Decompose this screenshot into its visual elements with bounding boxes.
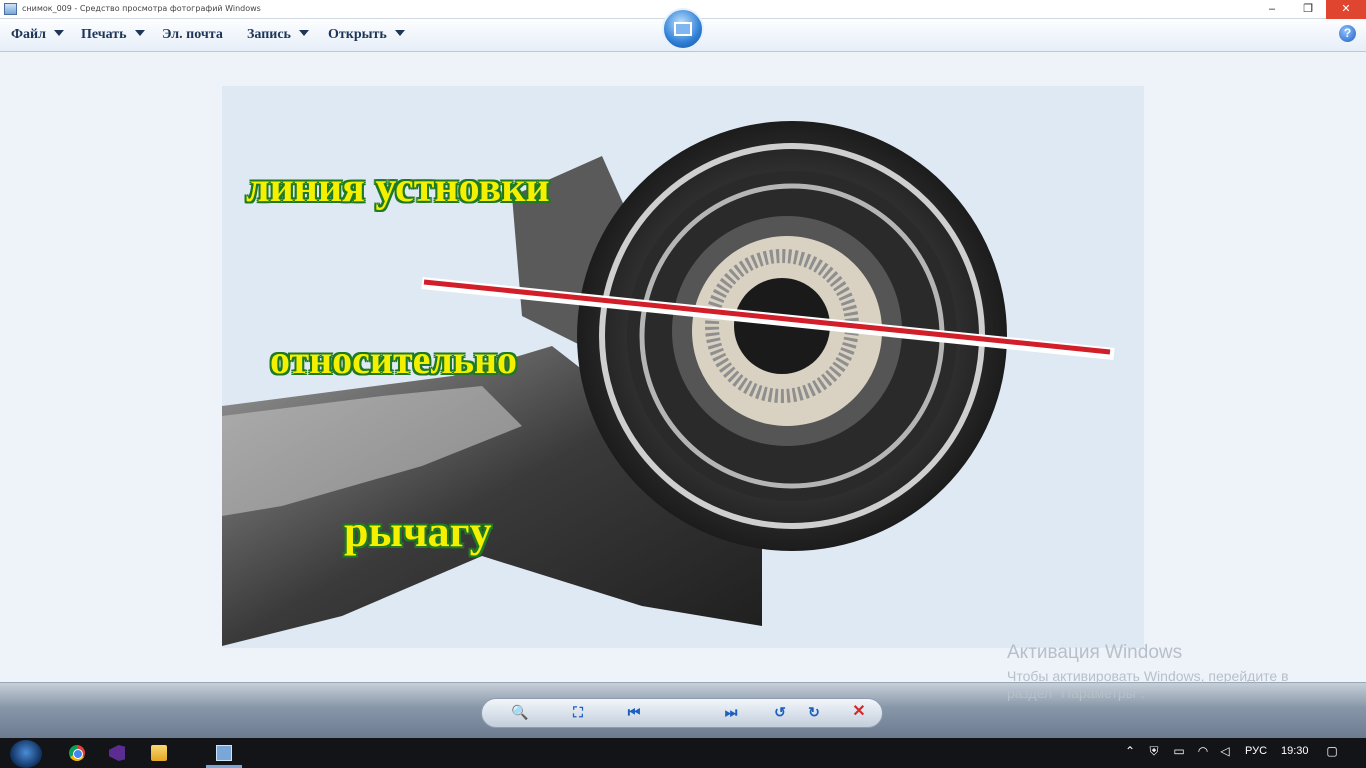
activation-watermark: Активация Windows Чтобы активировать Win… — [1007, 642, 1327, 702]
photo-viewer-taskbar-icon[interactable] — [216, 745, 232, 761]
photo-view: линия устновки относительно рычагу — [222, 86, 1144, 648]
volume-icon[interactable]: ◁ — [1218, 744, 1232, 758]
photo-viewer-icon — [4, 3, 17, 15]
restore-button[interactable]: ❐ — [1290, 0, 1326, 19]
chevron-down-icon — [394, 30, 405, 36]
zoom-icon[interactable]: 🔍 — [510, 703, 530, 721]
chevron-down-icon — [134, 30, 145, 36]
caption-lever: рычагу — [344, 507, 492, 556]
minimize-button[interactable]: – — [1254, 0, 1290, 19]
chevron-down-icon — [298, 30, 309, 36]
menu-file[interactable]: Файл — [11, 27, 64, 43]
clock[interactable]: 19:30 — [1281, 745, 1309, 757]
menu-file-label: Файл — [11, 27, 46, 42]
menu-burn[interactable]: Запись — [247, 27, 309, 43]
menu-open[interactable]: Открыть — [328, 27, 405, 43]
menu-email[interactable]: Эл. почта — [162, 27, 223, 43]
delete-icon[interactable]: ✕ — [849, 703, 869, 721]
chevron-down-icon — [53, 30, 64, 36]
language-indicator[interactable]: РУС — [1245, 745, 1267, 757]
wifi-icon[interactable]: ◠ — [1196, 744, 1210, 758]
slideshow-button[interactable] — [662, 8, 704, 50]
window-title: снимок_009 - Средство просмотра фотограф… — [22, 4, 261, 13]
rotate-left-icon[interactable]: ↺ — [770, 703, 790, 721]
previous-icon[interactable]: ⏮ — [624, 703, 644, 721]
battery-icon[interactable]: ▭ — [1172, 744, 1186, 758]
activation-text: Чтобы активировать Windows, перейдите в … — [1007, 668, 1289, 701]
help-icon[interactable]: ? — [1339, 25, 1356, 42]
start-button[interactable] — [10, 740, 42, 768]
fit-window-icon[interactable]: ⛶ — [568, 703, 588, 721]
slideshow-icon — [674, 22, 692, 36]
caption-line: линия устновки — [246, 165, 550, 211]
menu-print-label: Печать — [81, 27, 127, 42]
menu-open-label: Открыть — [328, 27, 387, 42]
chevron-up-icon[interactable]: ⌃ — [1123, 744, 1137, 758]
next-icon[interactable]: ⏭ — [721, 703, 741, 721]
notifications-icon[interactable]: ▢ — [1325, 744, 1339, 758]
taskbar — [0, 738, 1366, 768]
menu-print[interactable]: Печать — [81, 27, 145, 43]
file-explorer-icon[interactable] — [151, 745, 167, 761]
rotate-right-icon[interactable]: ↻ — [804, 703, 824, 721]
shield-icon[interactable]: ⛨ — [1147, 744, 1161, 758]
chrome-icon[interactable] — [69, 745, 85, 761]
menu-email-label: Эл. почта — [162, 27, 223, 42]
menu-burn-label: Запись — [247, 27, 291, 42]
close-button[interactable]: ✕ — [1326, 0, 1366, 19]
activation-title: Активация Windows — [1007, 642, 1183, 663]
caption-relative: относительно — [270, 337, 518, 382]
